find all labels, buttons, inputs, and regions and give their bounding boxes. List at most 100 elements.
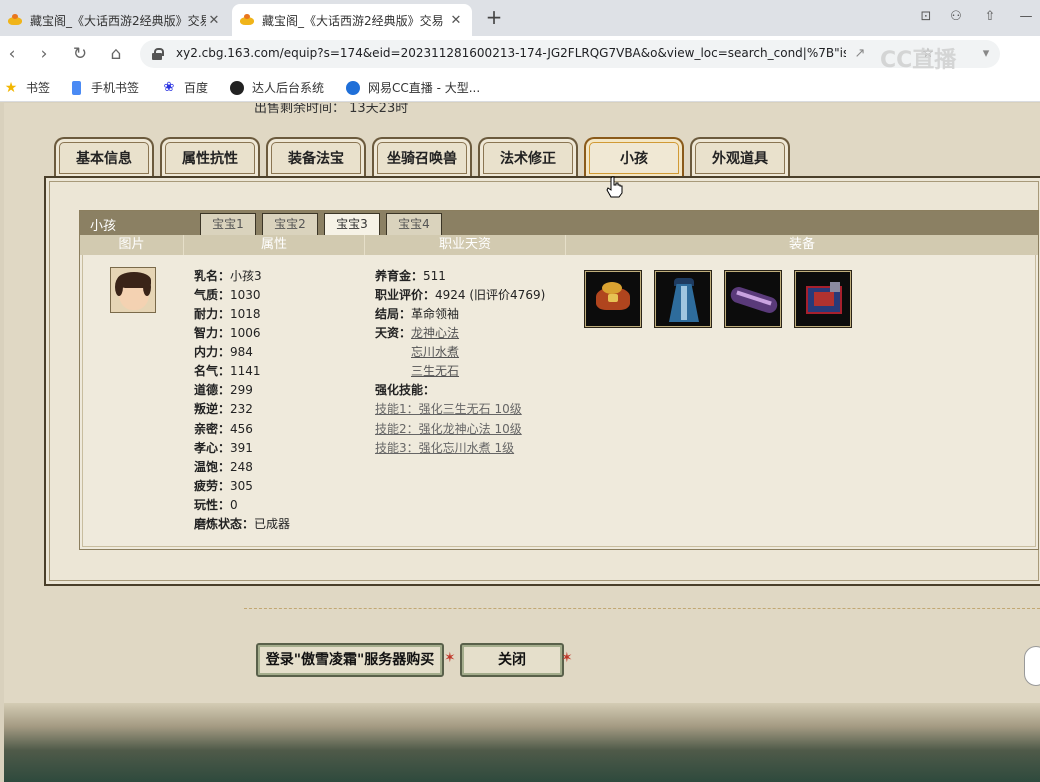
skill-row: 技能1：强化三生无石 10级 <box>375 400 522 418</box>
extension-icon[interactable]: ⚇ <box>946 8 966 26</box>
skills-heading: 强化技能： <box>375 381 435 399</box>
attr-row: 玩性：0 <box>194 496 238 514</box>
reload-icon[interactable]: ↻ <box>68 42 92 66</box>
attr-label: 玩性： <box>194 498 231 512</box>
subtab-baby-4[interactable]: 宝宝4 <box>386 213 442 235</box>
attr-row: 孝心：391 <box>194 439 253 457</box>
menu-chevron-icon[interactable]: ▾ <box>976 44 996 64</box>
lock-icon[interactable] <box>152 48 164 60</box>
url-text[interactable]: xy2.cbg.163.com/equip?s=174&eid=20231128… <box>176 46 846 60</box>
column-header-equipment: 装备 <box>566 235 1038 255</box>
bookmark-label: 网易CC直播 - 大型... <box>368 81 481 95</box>
attr-value: 456 <box>230 422 253 436</box>
subtab-baby-3[interactable]: 宝宝3 <box>324 213 380 235</box>
tab-spell-mods[interactable]: 法术修正 <box>478 137 578 177</box>
profile-icon[interactable]: ⇧ <box>980 8 1000 26</box>
back-icon[interactable]: ‹ <box>0 42 24 66</box>
attr-value: 小孩3 <box>230 269 262 283</box>
attr-label: 内力： <box>194 345 231 359</box>
close-icon[interactable]: ✕ <box>206 13 222 28</box>
talent-link[interactable]: 忘川水煮 <box>411 345 459 359</box>
tab-child[interactable]: 小孩 <box>584 137 684 177</box>
bookmark-item[interactable]: ★ 书签 <box>4 79 50 96</box>
baidu-paw-icon: ❀ <box>163 79 175 95</box>
bookmark-item[interactable]: 达人后台系统 <box>230 79 324 96</box>
button-ornament-icon: ✶ <box>444 650 456 666</box>
detail-tabs: 基本信息 属性抗性 装备法宝 坐骑召唤兽 法术修正 小孩 外观道具 <box>4 137 1040 177</box>
new-tab-button[interactable]: + <box>482 6 506 30</box>
chest-ornament <box>830 282 840 292</box>
blue-robe-icon[interactable] <box>655 271 711 327</box>
cbg-page: 出售剩余时间： 13天23时 基本信息 属性抗性 装备法宝 坐骑召唤兽 法术修正… <box>4 103 1040 782</box>
skill-row: 技能2：强化龙神心法 10级 <box>375 420 522 438</box>
tab-appearance[interactable]: 外观道具 <box>690 137 790 177</box>
attr-value: 299 <box>230 383 253 397</box>
tab-mounts-pets[interactable]: 坐骑召唤兽 <box>372 137 472 177</box>
talent-row: 三生无石 <box>411 362 459 380</box>
attr-row: 内力：984 <box>194 343 253 361</box>
subtab-baby-2[interactable]: 宝宝2 <box>262 213 318 235</box>
talent-label: 天资： <box>375 326 412 340</box>
skill-link[interactable]: 技能3：强化忘川水煮 1级 <box>375 441 514 455</box>
browser-tab-strip: 藏宝阁_《大话西游2经典版》交易 ✕ 藏宝阁_《大话西游2经典版》交易 ✕ + … <box>0 0 1040 36</box>
cbg-favicon-icon <box>240 14 254 26</box>
attr-value: 232 <box>230 402 253 416</box>
close-icon[interactable]: ✕ <box>448 13 464 28</box>
column-header-attributes: 属性 <box>184 235 365 255</box>
talent-row: 天资：龙神心法 <box>375 324 459 342</box>
panel-title: 小孩 <box>90 219 117 234</box>
home-icon[interactable]: ⌂ <box>104 42 128 66</box>
attr-value: 248 <box>230 460 253 474</box>
child-panel: 小孩 宝宝1 宝宝2 宝宝3 宝宝4 图片 属性 职业天资 装备 乳名：小孩3 … <box>79 210 1039 550</box>
skill-link[interactable]: 技能2：强化龙神心法 10级 <box>375 422 522 436</box>
browser-toolbar: ‹ › ↻ ⌂ xy2.cbg.163.com/equip?s=174&eid=… <box>0 36 1040 73</box>
attr-label: 孝心： <box>194 441 231 455</box>
button-ornament-icon: ✶ <box>561 650 573 666</box>
tab-basic-info[interactable]: 基本信息 <box>54 137 154 177</box>
robe-stripe <box>681 286 687 320</box>
treasure-bundle-icon[interactable] <box>585 271 641 327</box>
skill-link[interactable]: 技能1：强化三生无石 10级 <box>375 402 522 416</box>
talent-row: 忘川水煮 <box>411 343 459 361</box>
bookmark-item[interactable]: 手机书签 <box>72 79 139 96</box>
address-bar[interactable]: xy2.cbg.163.com/equip?s=174&eid=20231128… <box>140 40 1000 73</box>
bookmark-item[interactable]: 网易CC直播 - 大型... <box>346 79 480 96</box>
column-header-image: 图片 <box>80 235 184 255</box>
subtab-baby-1[interactable]: 宝宝1 <box>200 213 256 235</box>
talent-link[interactable]: 龙神心法 <box>411 326 459 340</box>
cc-live-icon <box>346 80 360 95</box>
tab-equipment[interactable]: 装备法宝 <box>266 137 366 177</box>
browser-tab-1[interactable]: 藏宝阁_《大话西游2经典版》交易 ✕ <box>0 4 230 36</box>
rating-value: 4924 (旧评价4769) <box>435 288 546 302</box>
bundle-top <box>602 282 622 294</box>
nurture-gold-label: 养育金： <box>375 269 424 283</box>
hand-cursor-icon <box>606 176 623 198</box>
bookmark-item[interactable]: ❀ 百度 <box>162 79 208 96</box>
buy-on-server-button[interactable]: 登录"傲雪凌霜"服务器购买 <box>256 643 444 677</box>
bookmark-label: 书签 <box>26 81 51 95</box>
forward-icon[interactable]: › <box>32 42 56 66</box>
purple-instrument-icon[interactable] <box>725 271 781 327</box>
tiktok-icon <box>230 80 244 95</box>
attr-label: 气质： <box>194 288 231 302</box>
attr-label: 亲密： <box>194 422 231 436</box>
attr-label: 耐力： <box>194 307 231 321</box>
avatar-hair-left <box>115 278 123 296</box>
tab-attributes[interactable]: 属性抗性 <box>160 137 260 177</box>
browser-tab-2[interactable]: 藏宝阁_《大话西游2经典版》交易 ✕ <box>232 4 472 36</box>
tab-search-icon[interactable]: ⊡ <box>916 8 936 26</box>
chest-box-icon[interactable] <box>795 271 851 327</box>
attr-row: 疲劳：305 <box>194 477 253 495</box>
attr-value: 305 <box>230 479 253 493</box>
attr-value: 1006 <box>230 326 261 340</box>
skill-row: 技能3：强化忘川水煮 1级 <box>375 439 514 457</box>
attr-value: 984 <box>230 345 253 359</box>
floating-widget[interactable] <box>1024 646 1040 686</box>
close-button[interactable]: 关闭 <box>460 643 564 677</box>
talent-link[interactable]: 三生无石 <box>411 364 459 378</box>
minimize-icon[interactable]: — <box>1016 8 1036 26</box>
attr-row: 温饱：248 <box>194 458 253 476</box>
attr-value: 1018 <box>230 307 261 321</box>
attr-row: 磨炼状态：已成器 <box>194 515 290 533</box>
share-icon[interactable]: ↗ <box>850 44 870 64</box>
